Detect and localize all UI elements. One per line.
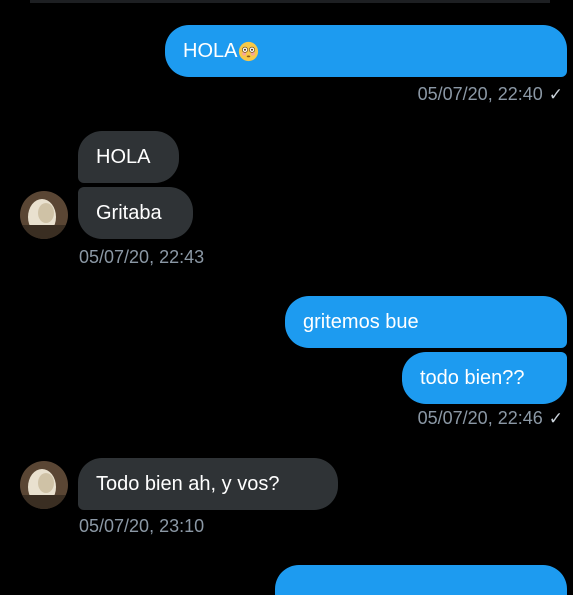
contact-avatar[interactable] (20, 191, 68, 239)
timestamp-text: 05/07/20, 22:40 (417, 84, 543, 104)
message-text: HOLA (183, 40, 238, 62)
message-text: gritemos bue (303, 311, 419, 333)
message-text: HOLA (96, 146, 151, 168)
message-bubble-incoming[interactable]: Gritaba (78, 187, 193, 239)
message-timestamp: 05/07/20, 22:40 ✓ (418, 84, 563, 105)
message-text: Gritaba (96, 202, 162, 224)
message-bubble-incoming[interactable]: Todo bien ah, y vos? (78, 458, 338, 510)
flushed-face-icon (238, 41, 259, 62)
read-receipt-icon: ✓ (548, 408, 563, 428)
timestamp-text: 05/07/20, 22:43 (79, 247, 205, 267)
message-bubble-outgoing-partial[interactable] (275, 565, 567, 595)
message-bubble-outgoing[interactable]: todo bien?? (402, 352, 567, 404)
top-divider (30, 0, 550, 3)
message-text: Todo bien ah, y vos? (96, 473, 280, 495)
message-text: todo bien?? (420, 367, 525, 389)
message-bubble-outgoing[interactable]: gritemos bue (285, 296, 567, 348)
timestamp-text: 05/07/20, 23:10 (79, 516, 205, 536)
message-bubble-incoming[interactable]: HOLA (78, 131, 179, 183)
message-timestamp: 05/07/20, 22:46 ✓ (418, 408, 563, 429)
timestamp-text: 05/07/20, 22:46 (417, 408, 543, 428)
message-timestamp: 05/07/20, 23:10 (79, 516, 204, 537)
read-receipt-icon: ✓ (548, 84, 563, 104)
message-bubble-outgoing[interactable]: HOLA (165, 25, 567, 77)
message-timestamp: 05/07/20, 22:43 (79, 247, 204, 268)
contact-avatar[interactable] (20, 461, 68, 509)
